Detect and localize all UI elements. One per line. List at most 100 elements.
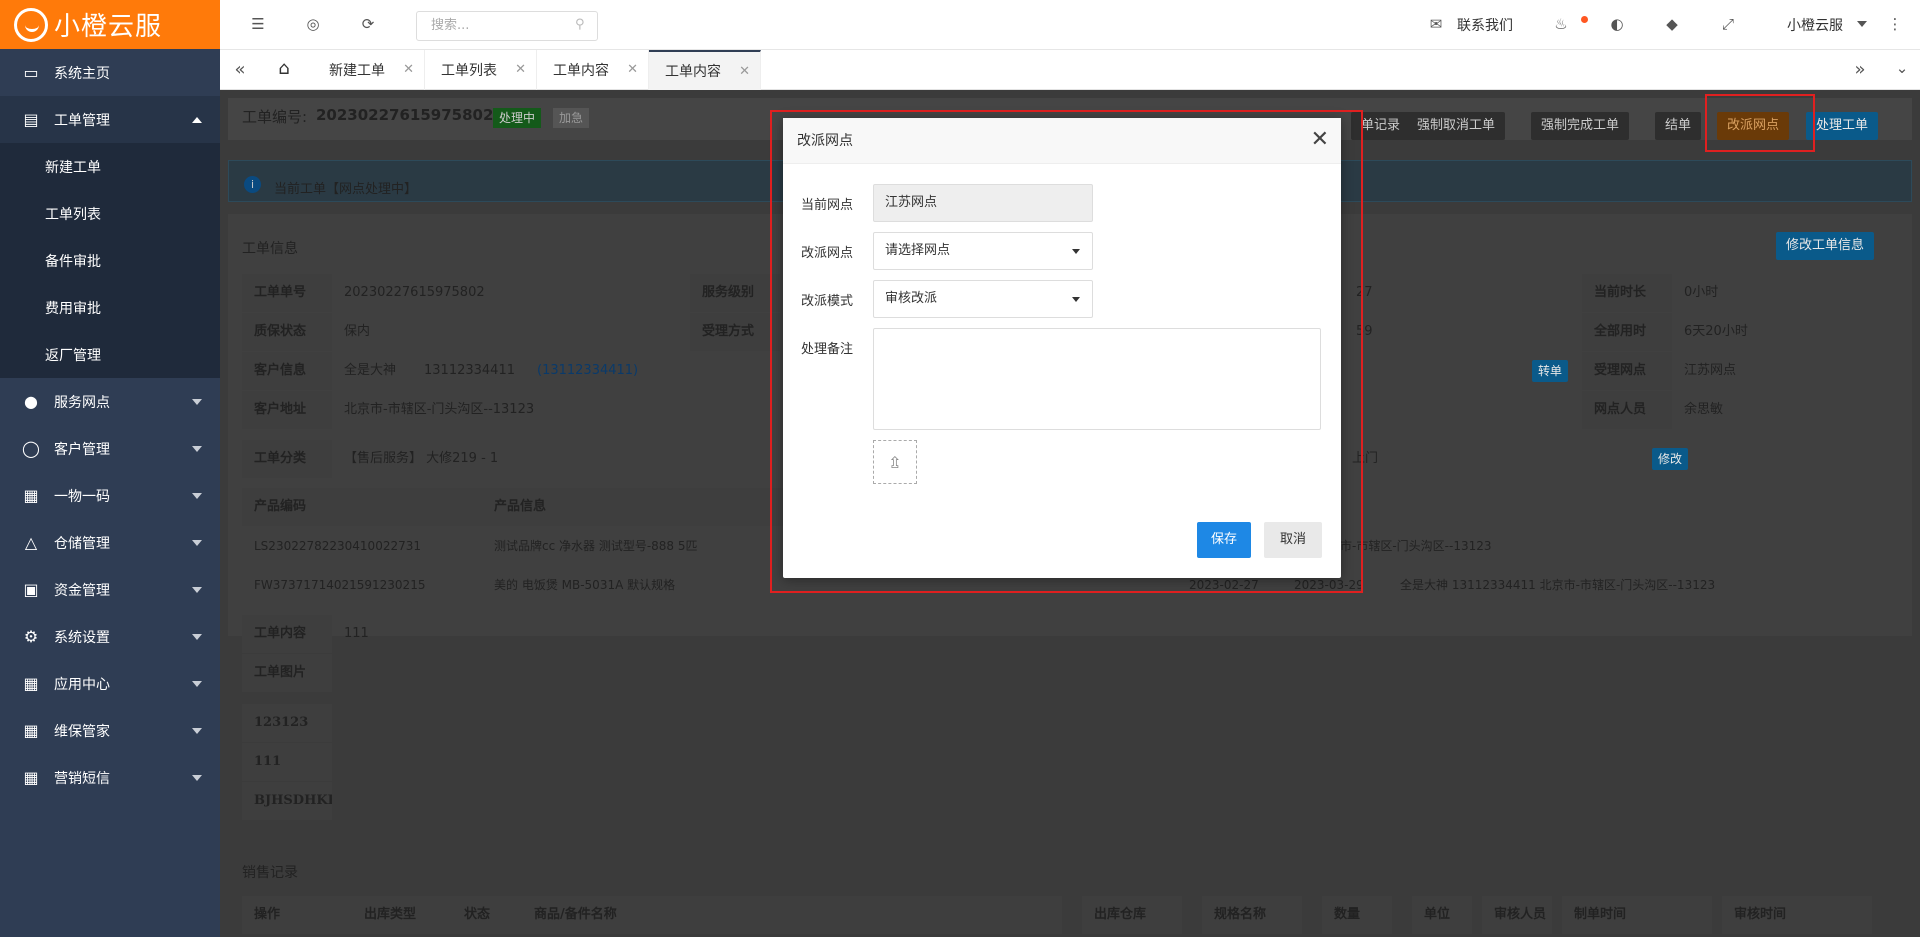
close-icon[interactable]: ✕ — [627, 62, 638, 77]
mode-select[interactable]: 审核改派 — [873, 280, 1093, 318]
bank-icon: △ — [24, 533, 38, 552]
brand-logo[interactable]: 小橙云服 — [0, 0, 220, 49]
tab-label: 工单内容 — [553, 63, 609, 79]
sales-header: 审核时间 — [1722, 896, 1872, 934]
chat-icon[interactable]: ✉ — [1426, 15, 1446, 35]
chevron-down-icon — [192, 446, 202, 452]
customer-phone-link[interactable]: (13112334411) — [525, 352, 665, 390]
theme-icon[interactable]: ◐ — [1607, 15, 1627, 35]
sidebar-sub-fee-approval[interactable]: 费用审批 — [0, 284, 220, 331]
info-value: 江苏网点 — [1684, 363, 1737, 378]
tab-order-content-active[interactable]: 工单内容 ✕ — [649, 50, 761, 90]
search-icon[interactable]: ⚲ — [575, 17, 585, 32]
select-value: 审核改派 — [885, 291, 938, 306]
category-label: 工单分类 — [242, 440, 332, 478]
chevron-down-icon[interactable]: ⌄ — [1892, 59, 1912, 79]
chevron-down-icon — [192, 540, 202, 546]
info-label: 工单单号 — [242, 274, 332, 312]
contact-us-link[interactable]: 联系我们 — [1457, 15, 1513, 35]
sidebar-sub-parts-approval[interactable]: 备件审批 — [0, 237, 220, 284]
fullscreen-icon[interactable]: ⤢ — [1718, 15, 1738, 35]
location-icon: ● — [24, 392, 38, 411]
chevrons-right-icon[interactable]: » — [1850, 59, 1870, 80]
sidebar-submenu: 新建工单 工单列表 备件审批 费用审批 返厂管理 — [0, 143, 220, 378]
sidebar-item-orders[interactable]: ▤ 工单管理 — [0, 96, 220, 143]
sidebar-item-maintenance[interactable]: ▦ 维保管家 — [0, 707, 220, 754]
gear-icon: ⚙ — [23, 627, 39, 646]
chevron-down-icon — [192, 634, 202, 640]
bell-icon[interactable]: ♨ — [1551, 15, 1571, 35]
sidebar-item-label: 资金管理 — [54, 582, 110, 599]
globe-icon[interactable]: ◎ — [303, 15, 323, 35]
home-icon[interactable]: ⌂ — [274, 58, 294, 79]
upload-button[interactable]: ⇫ — [873, 440, 917, 484]
chevron-down-icon[interactable] — [1857, 21, 1867, 27]
monitor-icon: ▭ — [23, 63, 39, 82]
menu-toggle-icon[interactable]: ☰ — [248, 15, 268, 35]
sidebar-item-label: 应用中心 — [54, 676, 110, 693]
close-icon[interactable]: ✕ — [515, 62, 526, 77]
note-textarea[interactable] — [873, 328, 1321, 430]
sidebar-item-customers[interactable]: ◯ 客户管理 — [0, 425, 220, 472]
user-menu[interactable]: 小橙云服 — [1787, 15, 1843, 35]
records-button[interactable]: 单记录 — [1351, 112, 1411, 140]
product-code: FW37371714021591230215 — [254, 578, 426, 592]
tab-bar: « ⌂ 新建工单 ✕ 工单列表 ✕ 工单内容 ✕ 工单内容 ✕ » ⌄ — [220, 50, 1920, 90]
top-bar: ☰ ◎ ⟳ 搜索... ⚲ ✉ 联系我们 ♨ ◐ ◆ ⤢ 小橙云服 ⋮ — [220, 0, 1920, 50]
force-cancel-button[interactable]: 强制取消工单 — [1407, 112, 1506, 140]
close-icon[interactable]: ✕ — [739, 64, 750, 79]
sidebar-item-finance[interactable]: ▣ 资金管理 — [0, 566, 220, 613]
info-value: 0小时 — [1684, 285, 1719, 300]
reassign-point-select[interactable]: 请选择网点 — [873, 232, 1093, 270]
tab-order-list[interactable]: 工单列表 ✕ — [425, 50, 537, 90]
sidebar-item-sms[interactable]: ▦ 营销短信 — [0, 754, 220, 801]
chevrons-left-icon[interactable]: « — [230, 59, 250, 80]
tab-new-order[interactable]: 新建工单 ✕ — [313, 50, 425, 90]
info-value: 保内 — [344, 324, 371, 339]
tab-label: 工单列表 — [441, 63, 497, 79]
close-order-button[interactable]: 结单 — [1655, 112, 1702, 140]
sales-header: 出库仓库 — [1082, 896, 1182, 934]
edit-order-info-button[interactable]: 修改工单信息 — [1776, 232, 1875, 260]
grid-icon: ▦ — [23, 674, 39, 693]
sales-header: 规格名称 — [1202, 896, 1302, 934]
cancel-button[interactable]: 取消 — [1264, 522, 1322, 558]
sidebar-item-settings[interactable]: ⚙ 系统设置 — [0, 613, 220, 660]
sidebar-item-apps[interactable]: ▦ 应用中心 — [0, 660, 220, 707]
chevron-down-icon — [192, 399, 202, 405]
category-value: 【售后服务】 大修219 - 1 — [344, 451, 499, 466]
sidebar-item-warehouse[interactable]: △ 仓储管理 — [0, 519, 220, 566]
search-input[interactable]: 搜索... — [416, 11, 598, 41]
reassign-point-button[interactable]: 改派网点 — [1717, 112, 1790, 140]
info-label: 全部用时 — [1582, 313, 1672, 351]
more-vertical-icon[interactable]: ⋮ — [1885, 15, 1905, 35]
modify-category-button[interactable]: 修改 — [1652, 448, 1689, 470]
tag-icon[interactable]: ◆ — [1662, 15, 1682, 35]
sales-header: 制单时间 — [1562, 896, 1712, 934]
grid-icon: ▦ — [23, 768, 39, 787]
note-label: 处理备注 — [801, 342, 854, 357]
urgent-badge: 加急 — [553, 108, 590, 128]
caret-down-icon — [1072, 249, 1080, 254]
handle-order-button[interactable]: 处理工单 — [1806, 112, 1879, 140]
sidebar-sub-return[interactable]: 返厂管理 — [0, 331, 220, 378]
refresh-icon[interactable]: ⟳ — [358, 15, 378, 35]
info-value: 余思敏 — [1684, 402, 1724, 417]
tab-order-content[interactable]: 工单内容 ✕ — [537, 50, 649, 90]
save-button[interactable]: 保存 — [1197, 522, 1251, 558]
grid-icon: ▦ — [23, 721, 39, 740]
current-point-label: 当前网点 — [801, 198, 854, 213]
transfer-button[interactable]: 转单 — [1532, 360, 1569, 382]
sidebar-sub-order-list[interactable]: 工单列表 — [0, 190, 220, 237]
upload-icon: ⇫ — [888, 452, 902, 472]
sidebar-item-home[interactable]: ▭ 系统主页 — [0, 49, 220, 96]
sidebar-item-qrcode[interactable]: ▦ 一物一码 — [0, 472, 220, 519]
sidebar-item-label: 维保管家 — [54, 723, 110, 740]
close-icon[interactable]: ✕ — [403, 62, 414, 77]
force-complete-button[interactable]: 强制完成工单 — [1531, 112, 1630, 140]
close-icon[interactable]: ✕ — [1311, 129, 1329, 151]
extra-label: 123123 — [242, 704, 332, 742]
content-label: 工单内容 — [242, 615, 332, 653]
sidebar-sub-new-order[interactable]: 新建工单 — [0, 143, 220, 190]
sidebar-item-service-points[interactable]: ● 服务网点 — [0, 378, 220, 425]
